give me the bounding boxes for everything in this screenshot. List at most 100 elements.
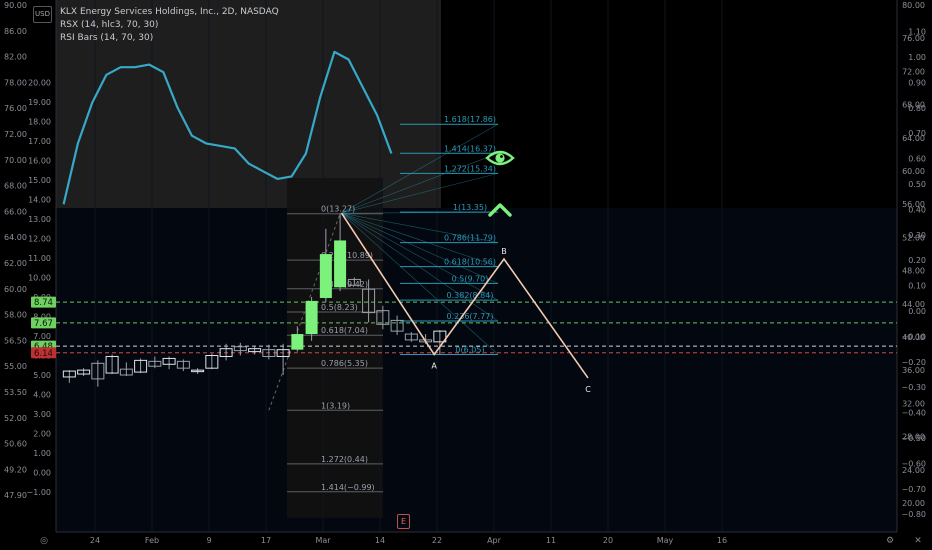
right-inner-tick-label: −0.60 [901, 459, 926, 468]
x-tick-label: May [657, 536, 674, 545]
fib-extension-label: 0.382(8.84) [447, 291, 494, 300]
right-outer-tick-label: 60.00 [902, 167, 925, 176]
right-inner-tick-label: −0.40 [901, 409, 926, 418]
candle-body [334, 240, 347, 288]
left-outer-tick-label: 53.50 [4, 388, 27, 397]
fib-extension-label: 1.414(16.37) [444, 144, 496, 153]
left-inner-tick-label: 13.00 [28, 215, 51, 224]
left-inner-tick-label: 14.00 [28, 196, 51, 205]
x-tick-label: Feb [145, 536, 159, 545]
left-outer-tick-label: 72.00 [4, 130, 27, 139]
left-outer-tick-label: 66.00 [4, 207, 27, 216]
left-inner-tick-label: 20.00 [28, 79, 51, 88]
fib-extension-label: 0.618(10.56) [444, 258, 496, 267]
x-tick-label: 11 [546, 536, 556, 545]
fib-retracement-label: 1(3.19) [321, 401, 350, 410]
right-inner-tick-label: −0.30 [901, 383, 926, 392]
abc-point-label: B [501, 247, 507, 256]
left-inner-tick-label: 1.00 [33, 449, 51, 458]
legend-rsi-bars: RSI Bars (14, 70, 30) [60, 33, 154, 43]
globe-icon[interactable]: ◎ [39, 536, 49, 546]
close-icon[interactable]: ✕ [913, 536, 923, 546]
fib-extension-label: 1.618(17.86) [444, 115, 496, 124]
right-inner-tick-label: 0.10 [908, 282, 926, 291]
fib-extension-label: 1(13.35) [453, 203, 487, 212]
right-inner-tick-label: 0.50 [908, 180, 926, 189]
x-tick-label: 14 [375, 536, 385, 545]
left-inner-tick-label: 0.00 [33, 469, 51, 478]
x-tick-label: Mar [315, 536, 331, 545]
left-outer-tick-label: 60.00 [4, 285, 27, 294]
left-outer-tick-label: 52.00 [4, 414, 27, 423]
right-outer-tick-label: 20.00 [902, 499, 925, 508]
right-inner-tick-label: −0.50 [901, 434, 926, 443]
legend-title: KLX Energy Services Holdings, Inc., 2D, … [60, 7, 279, 17]
left-outer-tick-label: 64.00 [4, 233, 27, 242]
legend-rsx: RSX (14, hlc3, 70, 30) [60, 20, 159, 30]
right-outer-tick-label: 72.00 [902, 67, 925, 76]
right-inner-tick-label: 0.70 [908, 129, 926, 138]
left-outer-tick-label: 49.20 [4, 465, 27, 474]
left-outer-tick-label: 82.00 [4, 53, 27, 62]
fib-retracement-label: 1.272(0.44) [321, 455, 368, 464]
left-inner-tick-label: 3.00 [33, 410, 51, 419]
right-outer-tick-label: 32.00 [902, 399, 925, 408]
right-inner-tick-label: 0.90 [908, 78, 926, 87]
price-axis-label: 7.67 [31, 317, 56, 329]
left-inner-tick-label: 18.00 [28, 118, 51, 127]
right-inner-tick-label: −0.70 [901, 485, 926, 494]
left-outer-tick-label: 78.00 [4, 78, 27, 87]
currency-button[interactable]: USD [33, 6, 52, 23]
right-inner-tick-label: 0.60 [908, 155, 926, 164]
candle-body [319, 254, 332, 298]
left-outer-tick-label: 70.00 [4, 156, 27, 165]
left-inner-tick-label: 11.00 [28, 254, 51, 263]
left-inner-tick-label: 10.00 [28, 274, 51, 283]
price-label-text: 8.74 [34, 298, 53, 308]
fib-retracement-label: 0.786(5.35) [321, 359, 368, 368]
price-label-text: 6.14 [34, 349, 53, 359]
right-inner-tick-label: −0.20 [901, 358, 926, 367]
candle-body [305, 300, 318, 335]
price-chart[interactable]: 1.414(−0.99) 1.272(0.44) 1(3.19) 0.786(5.35… [0, 0, 932, 550]
right-inner-tick-label: 0.40 [908, 205, 926, 214]
left-outer-tick-label: 90.00 [4, 1, 27, 10]
right-inner-tick-label: 0.20 [908, 256, 926, 265]
fib-retracement-label: 0(13.27) [321, 205, 355, 214]
right-outer-tick-label: 80.00 [902, 1, 925, 10]
left-inner-tick-label: 15.00 [28, 176, 51, 185]
left-inner-tick-label: 2.00 [33, 430, 51, 439]
right-inner-tick-label: −0.80 [901, 510, 926, 519]
fib-retracement-label: 0.5(8.23) [321, 303, 358, 312]
candle-body [291, 334, 304, 350]
left-inner-tick-label: −1.00 [26, 488, 51, 497]
left-outer-tick-label: 68.00 [4, 182, 27, 191]
left-inner-tick-label: 19.00 [28, 98, 51, 107]
left-inner-tick-label: 16.00 [28, 157, 51, 166]
left-outer-tick-label: 50.60 [4, 440, 27, 449]
x-tick-label: Apr [487, 536, 502, 545]
fib-extension-label: 0.786(11.79) [444, 234, 496, 243]
right-inner-tick-label: 1.00 [908, 53, 926, 62]
right-outer-tick-label: 36.00 [902, 366, 925, 375]
chart-legend: KLX Energy Services Holdings, Inc., 2D, … [60, 6, 279, 45]
right-inner-tick-label: 0.00 [908, 307, 926, 316]
gear-icon[interactable]: ⚙ [885, 536, 895, 546]
left-inner-tick-label: 12.00 [28, 235, 51, 244]
right-inner-tick-label: 0.30 [908, 231, 926, 240]
price-axis-label: 8.74 [31, 296, 56, 308]
left-inner-tick-label: 7.00 [33, 332, 51, 341]
left-outer-tick-label: 86.00 [4, 27, 27, 36]
left-inner-tick-label: 17.00 [28, 137, 51, 146]
left-outer-tick-label: 55.00 [4, 362, 27, 371]
earnings-badge[interactable]: E [397, 514, 410, 529]
abc-point-label: A [431, 362, 437, 371]
fib-retracement-label: 1.414(−0.99) [321, 483, 375, 492]
fib-retracement-label: 0.618(7.04) [321, 326, 368, 335]
left-inner-tick-label: 5.00 [33, 371, 51, 380]
left-inner-tick-label: 4.00 [33, 391, 51, 400]
right-outer-tick-label: 48.00 [902, 267, 925, 276]
left-outer-tick-label: 56.50 [4, 336, 27, 345]
right-inner-tick-label: 0.80 [908, 104, 926, 113]
fib-extension-label: 0.5(9.70) [452, 274, 489, 283]
